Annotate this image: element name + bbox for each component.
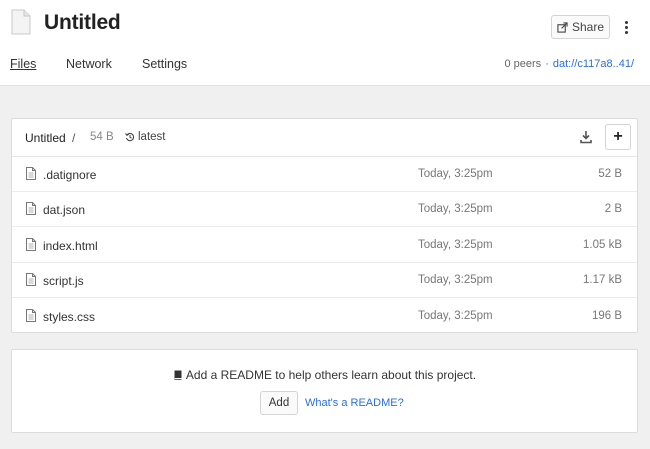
breadcrumb-root[interactable]: Untitled (25, 131, 66, 145)
plus-icon: + (613, 128, 623, 145)
files-panel: Untitled / 54 B latest + .datignore Today… (11, 118, 638, 333)
dat-url-link[interactable]: dat://c117a8..41/ (553, 58, 634, 70)
add-readme-button[interactable]: Add (260, 391, 298, 415)
file-icon (26, 308, 36, 322)
file-name[interactable]: script.js (43, 274, 84, 288)
document-icon (11, 9, 31, 35)
readme-panel: Add a README to help others learn about … (11, 349, 638, 433)
file-modified: Today, 3:25pm (418, 309, 493, 322)
archive-size: 54 B (90, 131, 114, 143)
file-name[interactable]: dat.json (43, 203, 85, 217)
file-icon (26, 202, 36, 216)
share-label: Share (571, 20, 605, 34)
share-icon (557, 21, 568, 33)
download-icon[interactable] (579, 130, 593, 144)
version-label: latest (138, 131, 166, 143)
tab-network[interactable]: Network (66, 57, 112, 71)
breadcrumb-separator: / (72, 131, 76, 145)
file-row[interactable]: index.html Today, 3:25pm 1.05 kB (12, 228, 637, 263)
tab-files[interactable]: Files (10, 57, 36, 71)
file-size: 1.05 kB (583, 238, 622, 251)
breadcrumb: Untitled / 54 B latest + (12, 119, 637, 157)
file-icon (26, 273, 36, 287)
file-modified: Today, 3:25pm (418, 238, 493, 251)
peers-info: 0 peers · dat://c117a8..41/ (504, 58, 634, 70)
file-name[interactable]: index.html (43, 239, 98, 253)
peers-separator: · (545, 58, 549, 70)
file-icon (26, 237, 36, 251)
add-file-button[interactable]: + (605, 124, 631, 150)
more-vertical-icon[interactable] (618, 15, 634, 39)
book-icon (174, 370, 182, 380)
app-header: Untitled Share Files Network Settings 0 … (0, 0, 650, 86)
file-size: 1.17 kB (583, 274, 622, 287)
file-row[interactable]: dat.json Today, 3:25pm 2 B (12, 192, 637, 228)
file-icon (26, 167, 36, 180)
version-selector[interactable]: latest (125, 131, 166, 143)
readme-message: Add a README to help others learn about … (12, 368, 637, 382)
file-size: 196 B (591, 309, 622, 322)
peer-count: 0 peers (504, 58, 542, 70)
file-row[interactable]: styles.css Today, 3:25pm 196 B (12, 299, 637, 334)
file-modified: Today, 3:25pm (418, 168, 493, 180)
file-name[interactable]: styles.css (43, 310, 95, 324)
share-button[interactable]: Share (551, 15, 610, 39)
file-row[interactable]: script.js Today, 3:25pm 1.17 kB (12, 263, 637, 299)
file-size: 2 B (604, 203, 622, 216)
file-modified: Today, 3:25pm (418, 274, 493, 287)
page-title: Untitled (44, 11, 121, 34)
history-icon (125, 132, 135, 142)
file-size: 52 B (598, 168, 622, 180)
file-name[interactable]: .datignore (43, 168, 96, 182)
file-row[interactable]: .datignore Today, 3:25pm 52 B (12, 157, 637, 192)
readme-message-text: Add a README to help others learn about … (185, 368, 477, 382)
whats-a-readme-link[interactable]: What's a README? (305, 397, 404, 409)
file-modified: Today, 3:25pm (418, 203, 493, 216)
tab-settings[interactable]: Settings (142, 57, 187, 71)
